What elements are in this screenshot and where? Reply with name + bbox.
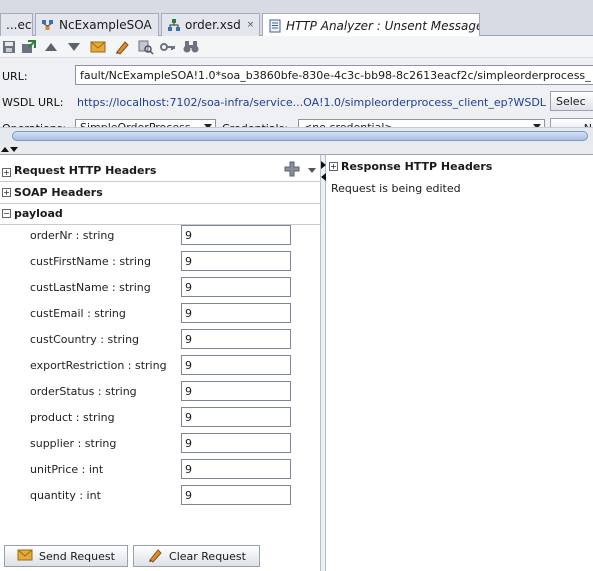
field-label: custEmail : string bbox=[30, 307, 126, 320]
field-input-custfirstname[interactable]: 9 bbox=[181, 251, 291, 271]
scrollbar-thumb[interactable] bbox=[12, 131, 588, 141]
field-label: supplier : string bbox=[30, 437, 117, 450]
binoculars-icon[interactable] bbox=[183, 39, 199, 55]
http-analyzer-window: ...ect NcExampleSOA × order.xsd × HTTP A… bbox=[0, 0, 593, 571]
request-headers-title: Request HTTP Headers bbox=[14, 164, 157, 177]
tab-project[interactable]: ...ect bbox=[0, 13, 33, 36]
collapse-up-icon[interactable] bbox=[1, 147, 9, 152]
field-input-ordernr[interactable]: 9 bbox=[181, 225, 291, 245]
collapse-icon[interactable]: − bbox=[2, 209, 11, 218]
soap-headers-section[interactable]: + SOAP Headers bbox=[0, 183, 321, 204]
tab-label: NcExampleSOA bbox=[59, 18, 152, 32]
export-icon[interactable] bbox=[21, 39, 37, 55]
field-input-quantity[interactable]: 9 bbox=[181, 485, 291, 505]
field-input-custemail[interactable]: 9 bbox=[181, 303, 291, 323]
envelope-icon bbox=[17, 549, 33, 564]
composite-icon bbox=[41, 18, 55, 32]
pane-splitter[interactable] bbox=[0, 144, 593, 155]
field-input-product[interactable]: 9 bbox=[181, 407, 291, 427]
request-headers-section[interactable]: + Request HTTP Headers bbox=[0, 159, 321, 182]
select-wsdl-button[interactable]: Selec bbox=[550, 91, 593, 111]
edit-icon[interactable] bbox=[114, 39, 130, 55]
field-label: custFirstName : string bbox=[30, 255, 151, 268]
field-label: custCountry : string bbox=[30, 333, 140, 346]
response-headers-title: Response HTTP Headers bbox=[341, 160, 493, 173]
request-panel: + Request HTTP Headers + SOAP Headers − … bbox=[0, 155, 321, 571]
field-input-unitprice[interactable]: 9 bbox=[181, 459, 291, 479]
expand-icon[interactable]: + bbox=[2, 168, 11, 177]
form-horizontal-scrollbar[interactable] bbox=[0, 127, 593, 144]
response-headers-section[interactable]: + Response HTTP Headers bbox=[327, 157, 593, 177]
field-label: custLastName : string bbox=[30, 281, 151, 294]
save-icon[interactable] bbox=[1, 39, 17, 55]
field-label: unitPrice : int bbox=[30, 463, 104, 476]
tab-label: ...ect bbox=[6, 18, 32, 32]
collapse-down-icon[interactable] bbox=[10, 147, 18, 152]
field-input-exportrestriction[interactable]: 9 bbox=[181, 355, 291, 375]
send-request-button[interactable]: Send Request bbox=[4, 545, 128, 567]
expand-icon[interactable]: + bbox=[2, 188, 11, 197]
add-header-icon[interactable] bbox=[283, 160, 301, 181]
down-arrow-icon[interactable] bbox=[66, 39, 82, 55]
url-field[interactable]: fault/NcExampleSOA!1.0*soa_b3860bfe-830e… bbox=[75, 65, 593, 85]
payload-title: payload bbox=[14, 207, 63, 220]
tab-order-xsd[interactable]: order.xsd × bbox=[161, 13, 260, 36]
up-arrow-icon[interactable] bbox=[43, 39, 59, 55]
field-label: exportRestriction : string bbox=[30, 359, 167, 372]
chevron-down-icon[interactable] bbox=[308, 168, 316, 173]
expand-left-icon[interactable] bbox=[321, 173, 326, 181]
tab-http-analyzer[interactable]: HTTP Analyzer : Unsent Message bbox=[262, 13, 480, 37]
clear-request-label: Clear Request bbox=[169, 549, 246, 563]
analyzer-toolbar bbox=[0, 36, 593, 58]
field-label: orderNr : string bbox=[30, 229, 115, 242]
vertical-split-handle[interactable] bbox=[321, 155, 326, 571]
clear-request-button[interactable]: Clear Request bbox=[133, 545, 260, 567]
field-label: product : string bbox=[30, 411, 115, 424]
field-label: quantity : int bbox=[30, 489, 101, 502]
response-status-text: Request is being edited bbox=[331, 182, 461, 195]
schema-icon bbox=[167, 18, 181, 32]
field-input-supplier[interactable]: 9 bbox=[181, 433, 291, 453]
field-input-custlastname[interactable]: 9 bbox=[181, 277, 291, 297]
url-label: URL: bbox=[2, 70, 28, 83]
wsdl-url-label: WSDL URL: bbox=[2, 96, 64, 109]
soap-headers-title: SOAP Headers bbox=[14, 186, 103, 199]
tab-ncexamplesoa[interactable]: NcExampleSOA × bbox=[35, 13, 159, 36]
send-request-label: Send Request bbox=[39, 549, 115, 563]
field-input-custcountry[interactable]: 9 bbox=[181, 329, 291, 349]
editor-tab-strip: ...ect NcExampleSOA × order.xsd × HTTP A… bbox=[0, 0, 593, 37]
document-icon bbox=[268, 19, 282, 33]
field-input-orderstatus[interactable]: 9 bbox=[181, 381, 291, 401]
close-icon[interactable]: × bbox=[158, 20, 159, 30]
wsdl-url-link[interactable]: https://localhost:7102/soa-infra/service… bbox=[77, 96, 546, 109]
tab-label: HTTP Analyzer : Unsent Message bbox=[286, 18, 480, 33]
edit-icon bbox=[147, 547, 163, 566]
key-icon[interactable] bbox=[160, 39, 176, 55]
expand-icon[interactable]: + bbox=[329, 162, 338, 171]
expand-right-icon[interactable] bbox=[321, 161, 326, 169]
response-panel: + Response HTTP Headers Request is being… bbox=[327, 155, 593, 571]
tab-label: order.xsd bbox=[185, 18, 241, 32]
zoom-icon[interactable] bbox=[138, 39, 154, 55]
close-icon[interactable]: × bbox=[247, 20, 255, 30]
field-label: orderStatus : string bbox=[30, 385, 137, 398]
payload-section[interactable]: − payload bbox=[0, 204, 321, 225]
envelope-icon[interactable] bbox=[90, 39, 106, 55]
